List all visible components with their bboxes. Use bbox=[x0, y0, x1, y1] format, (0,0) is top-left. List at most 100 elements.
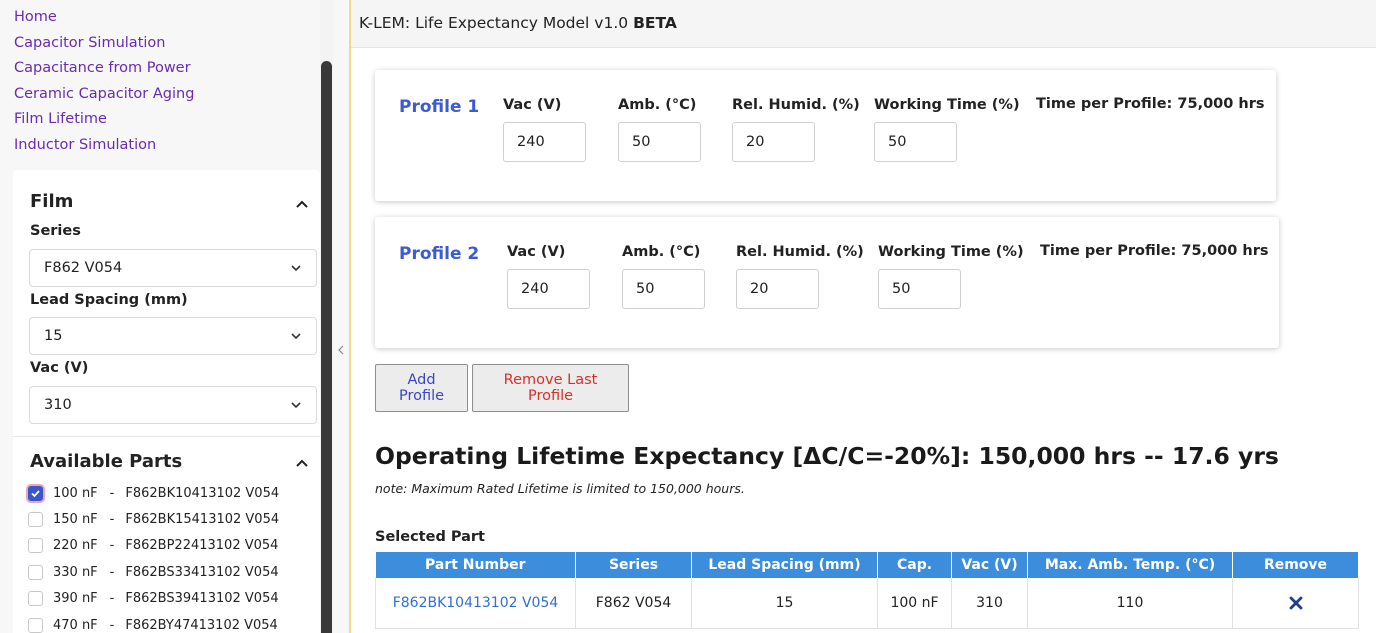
part-capacitance: 100 nF bbox=[53, 485, 98, 501]
part-checkbox[interactable] bbox=[28, 591, 43, 607]
remove-last-profile-button[interactable]: Remove Last Profile bbox=[472, 364, 629, 412]
lifetime-expectancy-heading: Operating Lifetime Expectancy [ΔC/C=-20%… bbox=[375, 442, 1279, 470]
beta-badge: BETA bbox=[633, 14, 677, 32]
part-capacitance: 150 nF bbox=[53, 512, 98, 528]
add-profile-button[interactable]: Add Profile bbox=[375, 364, 468, 412]
part-capacitance: 330 nF bbox=[53, 564, 98, 580]
profile-2-humidity-label: Rel. Humid. (%) bbox=[736, 244, 864, 260]
part-number: F862BS33413102 V054 bbox=[125, 564, 279, 580]
part-number-cell: F862BK10413102 V054 bbox=[375, 578, 576, 629]
max-amb-temp-cell: 110 bbox=[1027, 578, 1233, 629]
part-checkbox[interactable] bbox=[28, 564, 43, 580]
sidebar-scrollbar-thumb[interactable] bbox=[321, 61, 332, 633]
part-capacitance: 470 nF bbox=[53, 617, 98, 633]
part-number: F862BK10413102 V054 bbox=[125, 485, 280, 501]
chevron-down-icon bbox=[291, 265, 301, 272]
collapse-hinge-line bbox=[349, 0, 351, 633]
profile-1-amb-input[interactable] bbox=[618, 122, 701, 162]
profile-2-time: Time per Profile: 75,000 hrs bbox=[1040, 243, 1269, 259]
chevron-down-icon bbox=[291, 402, 301, 409]
app-title: K-LEM: Life Expectancy Model v1.0 BETA bbox=[359, 14, 677, 32]
profile-card-2: Profile 2 Vac (V) Amb. (°C) Rel. Humid. … bbox=[375, 217, 1279, 348]
profile-2-vac-input[interactable] bbox=[507, 269, 590, 309]
part-number: F862BK15413102 V054 bbox=[125, 512, 280, 528]
lead-spacing-select-value: 15 bbox=[44, 328, 63, 344]
part-capacitance: 390 nF bbox=[53, 591, 98, 607]
profile-2-working-time-input[interactable] bbox=[878, 269, 961, 309]
part-checkbox[interactable] bbox=[28, 485, 43, 501]
profile-2-amb-label: Amb. (°C) bbox=[622, 244, 701, 260]
column-header: Series bbox=[575, 552, 692, 578]
nav-link-capacitance-from-power[interactable]: Capacitance from Power bbox=[14, 56, 194, 82]
profile-1-vac-input[interactable] bbox=[503, 122, 586, 162]
column-header: Remove bbox=[1232, 552, 1359, 578]
chevron-up-icon[interactable] bbox=[295, 197, 309, 211]
part-checkbox[interactable] bbox=[28, 617, 43, 633]
part-option[interactable]: 220 nF - F862BP22413102 V054 bbox=[28, 533, 279, 559]
chevron-up-icon[interactable] bbox=[295, 456, 309, 470]
selected-part-table: Part Number Series Lead Spacing (mm) Cap… bbox=[375, 552, 1359, 629]
checkmark-icon bbox=[31, 490, 40, 497]
chevron-left-icon[interactable] bbox=[337, 343, 345, 357]
part-separator: - bbox=[109, 538, 115, 554]
part-checkbox[interactable] bbox=[28, 538, 43, 554]
column-header: Cap. bbox=[877, 552, 952, 578]
app-title-text: K-LEM: Life Expectancy Model v1.0 bbox=[359, 14, 629, 32]
available-parts-title: Available Parts bbox=[30, 451, 183, 472]
part-option[interactable]: 390 nF - F862BS39413102 V054 bbox=[28, 586, 279, 612]
table-header-row: Part Number Series Lead Spacing (mm) Cap… bbox=[375, 552, 1359, 578]
nav-link-inductor-simulation[interactable]: Inductor Simulation bbox=[14, 133, 194, 159]
series-select[interactable]: F862 V054 bbox=[29, 249, 317, 287]
column-header: Lead Spacing (mm) bbox=[691, 552, 878, 578]
nav-link-capacitor-simulation[interactable]: Capacitor Simulation bbox=[14, 31, 194, 57]
vac-select[interactable]: 310 bbox=[29, 386, 317, 424]
part-number-link[interactable]: F862BK10413102 V054 bbox=[393, 595, 559, 611]
part-option[interactable]: 470 nF - F862BY47413102 V054 bbox=[28, 612, 279, 633]
profile-card-1: Profile 1 Vac (V) Amb. (°C) Rel. Humid. … bbox=[375, 70, 1276, 201]
part-option[interactable]: 100 nF - F862BK10413102 V054 bbox=[28, 480, 279, 506]
film-section-title: Film bbox=[30, 191, 74, 212]
capacitance-cell: 100 nF bbox=[877, 578, 952, 629]
sidebar: Home Capacitor Simulation Capacitance fr… bbox=[0, 0, 333, 633]
part-number: F862BS39413102 V054 bbox=[125, 591, 279, 607]
part-separator: - bbox=[109, 485, 115, 501]
film-filter-panel: Film Series F862 V054 Lead Spacing (mm) … bbox=[13, 170, 320, 633]
nav-link-ceramic-capacitor-aging[interactable]: Ceramic Capacitor Aging bbox=[14, 82, 194, 108]
available-parts-list: 100 nF - F862BK10413102 V054 150 nF - F8… bbox=[28, 480, 279, 633]
profile-2-amb-input[interactable] bbox=[622, 269, 705, 309]
nav-link-home[interactable]: Home bbox=[14, 5, 194, 31]
part-option[interactable]: 150 nF - F862BK15413102 V054 bbox=[28, 506, 279, 532]
lifetime-note: note: Maximum Rated Lifetime is limited … bbox=[375, 481, 745, 496]
series-cell: F862 V054 bbox=[575, 578, 692, 629]
sidebar-nav: Home Capacitor Simulation Capacitance fr… bbox=[14, 5, 194, 158]
part-checkbox[interactable] bbox=[28, 512, 43, 528]
profile-1-humidity-input[interactable] bbox=[732, 122, 815, 162]
part-separator: - bbox=[109, 564, 115, 580]
profile-2-working-time-label: Working Time (%) bbox=[878, 244, 1024, 260]
lead-spacing-cell: 15 bbox=[691, 578, 878, 629]
profile-2-title: Profile 2 bbox=[399, 244, 480, 264]
profile-2-humidity-input[interactable] bbox=[736, 269, 819, 309]
column-header: Max. Amb. Temp. (°C) bbox=[1027, 552, 1233, 578]
chevron-down-icon bbox=[291, 333, 301, 340]
close-icon[interactable] bbox=[1288, 595, 1304, 611]
series-label: Series bbox=[30, 223, 81, 239]
selected-part-label: Selected Part bbox=[375, 529, 485, 545]
vac-label: Vac (V) bbox=[30, 360, 89, 376]
part-capacitance: 220 nF bbox=[53, 538, 98, 554]
remove-cell bbox=[1232, 578, 1359, 629]
column-header: Vac (V) bbox=[951, 552, 1028, 578]
profile-1-working-time-label: Working Time (%) bbox=[874, 97, 1020, 113]
profile-1-working-time-input[interactable] bbox=[874, 122, 957, 162]
lead-spacing-select[interactable]: 15 bbox=[29, 317, 317, 355]
sidebar-collapse-handle[interactable] bbox=[333, 0, 351, 633]
profile-2-vac-label: Vac (V) bbox=[507, 244, 566, 260]
nav-link-film-lifetime[interactable]: Film Lifetime bbox=[14, 107, 194, 133]
part-separator: - bbox=[109, 512, 115, 528]
part-option[interactable]: 330 nF - F862BS33413102 V054 bbox=[28, 559, 279, 585]
profile-1-title: Profile 1 bbox=[399, 97, 480, 117]
vac-cell: 310 bbox=[951, 578, 1028, 629]
profile-1-time: Time per Profile: 75,000 hrs bbox=[1036, 96, 1265, 112]
part-number: F862BP22413102 V054 bbox=[125, 538, 279, 554]
part-separator: - bbox=[109, 591, 115, 607]
